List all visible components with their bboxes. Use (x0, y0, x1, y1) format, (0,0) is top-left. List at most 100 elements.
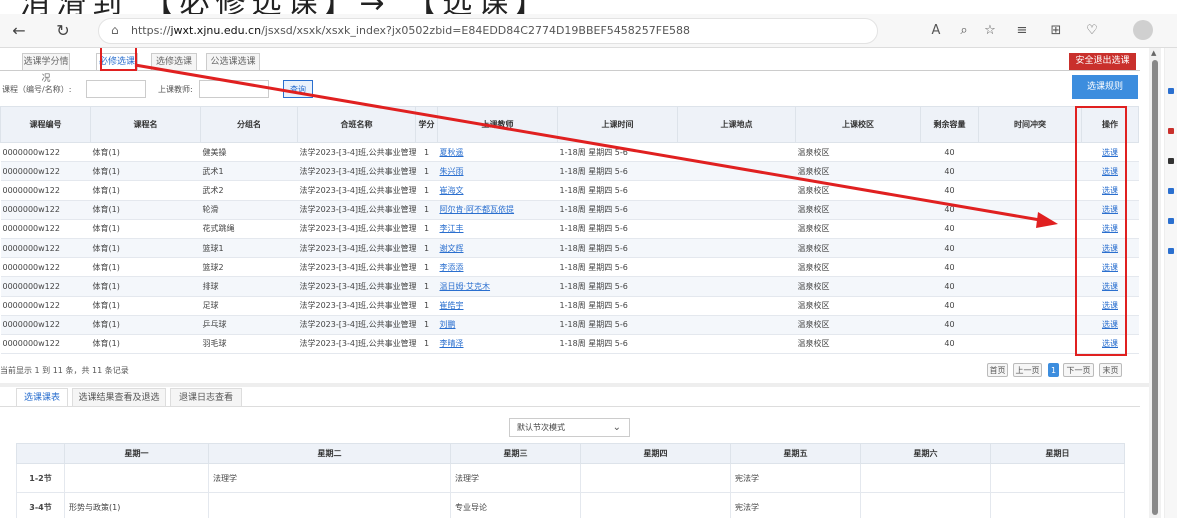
column-header: 课程名 (90, 106, 201, 143)
tab-credit-status[interactable]: 选课学分情况 (22, 53, 70, 84)
cell-class: 法学2023-[3-4]班,公共事业管理... (297, 257, 416, 278)
cell-name: 体育(1) (90, 238, 201, 259)
cell-op: 选课 (1081, 334, 1139, 355)
course-code-input[interactable] (86, 80, 146, 98)
tab-withdraw-log[interactable]: 退课日志查看 (170, 388, 242, 407)
pager-next[interactable]: 下一页 (1063, 363, 1094, 377)
select-course-link[interactable]: 选课 (1102, 244, 1118, 253)
record-summary: 当前显示 1 到 11 条，共 11 条记录 (0, 366, 129, 375)
select-course-link[interactable]: 选课 (1102, 263, 1118, 272)
cell-place (677, 200, 796, 220)
pager-current[interactable]: 1 (1048, 363, 1059, 377)
table-row: 0000000w122 体育(1) 羽毛球 法学2023-[3-4]班,公共事业管理.… (0, 334, 1139, 355)
cell-time: 1-18周 星期四 5-6 (557, 219, 678, 239)
teacher-link[interactable]: 朱兴雨 (440, 167, 464, 176)
cell-credit: 1 (415, 257, 438, 278)
day-header: 星期三 (450, 443, 581, 464)
cell-credit: 1 (415, 315, 438, 335)
teacher-link[interactable]: 李江丰 (440, 224, 464, 233)
cell-credit: 1 (415, 142, 438, 163)
cell-time: 1-18周 星期四 5-6 (557, 180, 678, 201)
zoom-icon[interactable]: ⌕ (954, 21, 974, 41)
address-bar[interactable]: ⌂ https://jwxt.xjnu.edu.cn/jsxsd/xsxk/xs… (98, 18, 878, 44)
select-course-link[interactable]: 选课 (1102, 167, 1118, 176)
vertical-scrollbar[interactable]: ▲ (1149, 48, 1161, 518)
teacher-link[interactable]: 谢文辉 (440, 244, 464, 253)
select-course-link[interactable]: 选课 (1102, 205, 1118, 214)
refresh-icon[interactable]: ↻ (52, 20, 74, 42)
teacher-link[interactable]: 阿尔肯·阿不都瓦依提 (440, 205, 515, 214)
cell-campus: 温泉校区 (795, 142, 921, 163)
teacher-link[interactable]: 夏秋遥 (440, 148, 464, 157)
cell-conflict (978, 334, 1082, 355)
back-icon[interactable]: ← (8, 20, 30, 42)
rules-button[interactable]: 选课规则 (1072, 75, 1138, 99)
select-course-link[interactable]: 选课 (1102, 186, 1118, 195)
scroll-up-icon[interactable]: ▲ (1151, 49, 1156, 57)
sidebar-icon-6[interactable] (1168, 248, 1174, 254)
read-aloud-icon[interactable]: A (926, 21, 946, 41)
cell-time: 1-18周 星期四 5-6 (557, 200, 678, 220)
collections-icon[interactable]: ⊞ (1046, 21, 1066, 41)
tab-public-elective[interactable]: 公选课选课 (206, 53, 260, 71)
cell-group: 篮球2 (200, 257, 298, 278)
period-mode-select[interactable]: 默认节次模式 ⌄ (509, 418, 630, 437)
tab-elective-courses[interactable]: 选修选课 (151, 53, 197, 71)
cell-name: 体育(1) (90, 315, 201, 335)
table-row: 0000000w122 体育(1) 乒乓球 法学2023-[3-4]班,公共事业管理.… (0, 315, 1139, 335)
page-info-icon[interactable]: ⌂ (111, 23, 119, 37)
cell-conflict (978, 200, 1082, 220)
exit-selection-button[interactable]: 安全退出选课 (1069, 53, 1136, 70)
teacher-link[interactable]: 温日姆·艾克木 (440, 282, 491, 291)
pager-prev[interactable]: 上一页 (1013, 363, 1042, 377)
cell-conflict (978, 238, 1082, 259)
teacher-input[interactable] (199, 80, 269, 98)
column-header: 分组名 (200, 106, 298, 143)
cell-group: 轮滑 (200, 200, 298, 220)
pager-first[interactable]: 首页 (987, 363, 1008, 377)
favorite-add-icon[interactable]: ☆ (980, 21, 1000, 41)
cell-remain: 40 (920, 257, 979, 278)
favorites-icon[interactable]: ≡ (1012, 21, 1032, 41)
profile-avatar[interactable] (1133, 20, 1153, 40)
select-course-link[interactable]: 选课 (1102, 282, 1118, 291)
teacher-link[interactable]: 李添添 (440, 263, 464, 272)
cell-name: 体育(1) (90, 161, 201, 182)
cell-op: 选课 (1081, 161, 1139, 182)
teacher-link[interactable]: 崔皓宇 (440, 301, 464, 310)
sidebar-icon-5[interactable] (1168, 218, 1174, 224)
tab-result-withdraw[interactable]: 选课结果查看及退选 (72, 388, 166, 407)
cell-name: 体育(1) (90, 334, 201, 355)
pager-last[interactable]: 末页 (1099, 363, 1122, 377)
schedule-row: 3-4节 形势与政策(1) 专业导论 宪法学 (16, 492, 1125, 518)
cell-credit: 1 (415, 200, 438, 220)
cell-remain: 40 (920, 334, 979, 355)
sidebar-icon-2[interactable] (1168, 128, 1174, 134)
tab-required-courses[interactable]: 必修选课 (96, 53, 138, 71)
select-course-link[interactable]: 选课 (1102, 301, 1118, 310)
table-row: 0000000w122 体育(1) 篮球1 法学2023-[3-4]班,公共事业管理.… (0, 238, 1139, 259)
scroll-thumb[interactable] (1152, 60, 1158, 515)
teacher-link[interactable]: 崔海文 (440, 186, 464, 195)
select-course-link[interactable]: 选课 (1102, 320, 1118, 329)
sidebar-icon-4[interactable] (1168, 188, 1174, 194)
teacher-link[interactable]: 刘鹏 (440, 320, 456, 329)
cell-code: 0000000w122 (0, 180, 91, 201)
sidebar-icon-1[interactable] (1168, 88, 1174, 94)
cell-class: 法学2023-[3-4]班,公共事业管理... (297, 142, 416, 163)
select-course-link[interactable]: 选课 (1102, 339, 1118, 348)
tab-schedule[interactable]: 选课课表 (16, 388, 68, 407)
query-button[interactable]: 查询 (283, 80, 313, 98)
extensions-icon[interactable]: ♡ (1082, 21, 1102, 41)
cell-place (677, 142, 796, 163)
cell-name: 体育(1) (90, 276, 201, 297)
course-code-label: 课程（编号/名称）: (2, 85, 72, 94)
teacher-label: 上课教师: (158, 85, 193, 94)
teacher-link[interactable]: 李晴泽 (440, 339, 464, 348)
day-header: 星期一 (64, 443, 209, 464)
cell-campus: 温泉校区 (795, 219, 921, 239)
sidebar-icon-3[interactable] (1168, 158, 1174, 164)
select-course-link[interactable]: 选课 (1102, 148, 1118, 157)
cell-class: 法学2023-[3-4]班,公共事业管理... (297, 315, 416, 335)
select-course-link[interactable]: 选课 (1102, 224, 1118, 233)
